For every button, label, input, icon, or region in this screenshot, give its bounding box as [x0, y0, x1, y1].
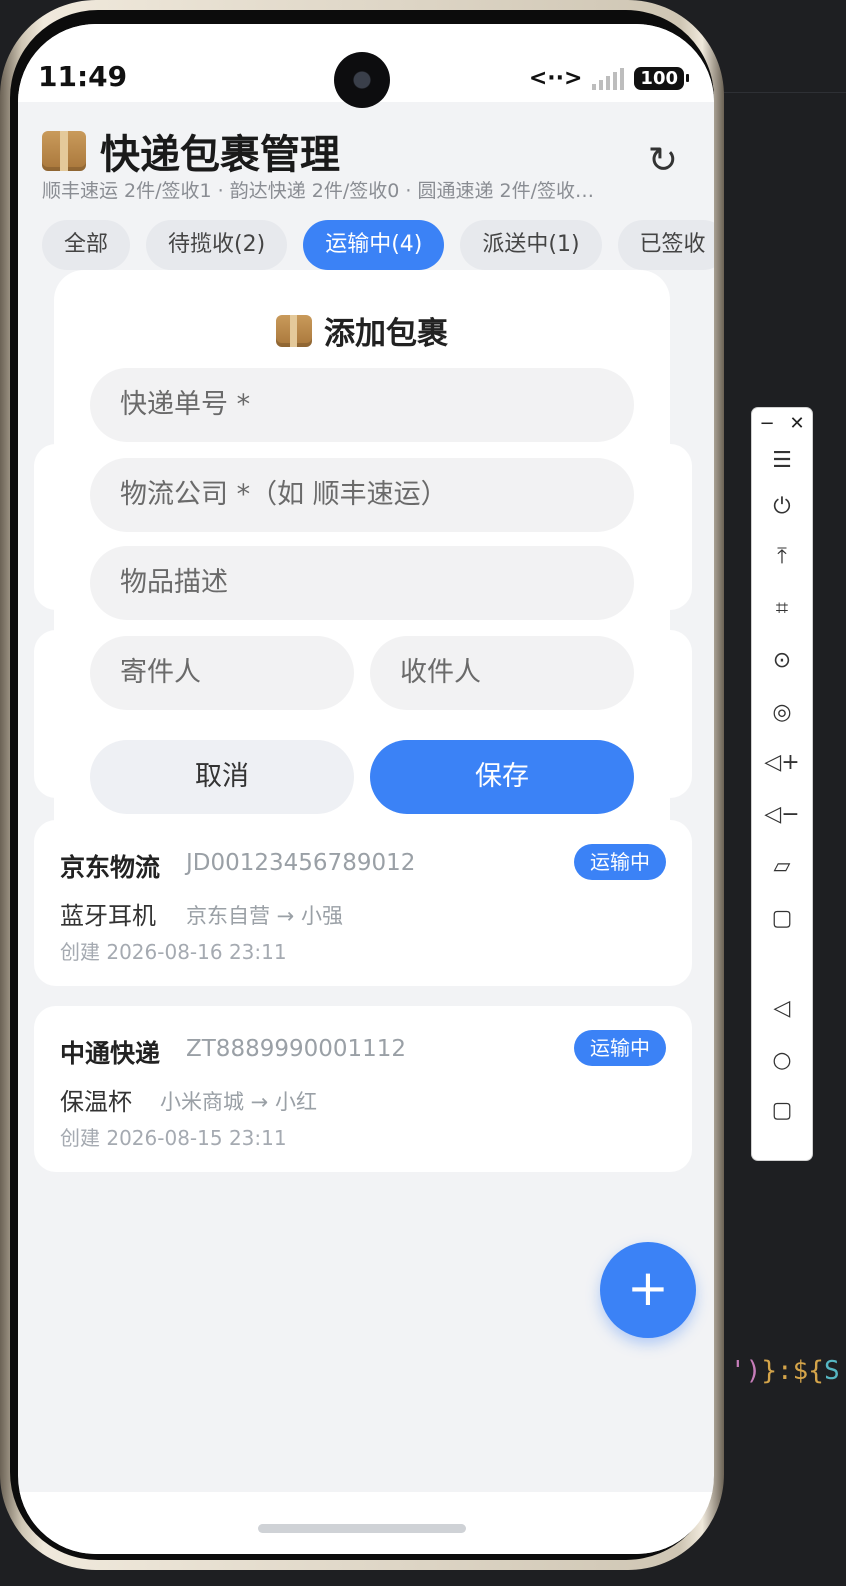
power-icon[interactable]: ⏻: [752, 494, 812, 519]
save-button[interactable]: 保存: [370, 740, 634, 814]
pin-top-icon[interactable]: ⤒: [752, 544, 812, 569]
package-icon: [42, 131, 86, 171]
package-created: 创建 2026-08-16 23:11: [60, 940, 287, 964]
volume-down-icon[interactable]: ◁−: [752, 802, 812, 827]
package-tracking: JD00123456789012: [186, 850, 416, 876]
recents-icon[interactable]: ▢: [752, 1098, 812, 1123]
dialog-title: 添加包裹: [324, 316, 448, 352]
network-icon: <··>: [528, 66, 583, 91]
rotate-icon[interactable]: ⊙: [752, 648, 812, 673]
signal-icon: [592, 67, 625, 90]
ide-divider: [724, 92, 846, 93]
tab-all[interactable]: 全部: [42, 220, 131, 270]
battery-icon: 100: [634, 67, 689, 90]
package-item: 蓝牙耳机: [60, 902, 156, 930]
minimize-icon[interactable]: −: [759, 413, 774, 434]
courier-company-field[interactable]: 物流公司 *（如 顺丰速运）: [90, 458, 634, 532]
status-tabs: 全部 待揽收(2) 运输中(4) 派送中(1) 已签收: [42, 220, 714, 270]
home-icon[interactable]: ○: [752, 1048, 812, 1073]
status-badge: 运输中: [574, 844, 666, 880]
summary-text: 顺丰速运 2件/签收1 · 韵达快递 2件/签收0 · 圆通速递 2件/签收…: [42, 180, 595, 202]
tab-signed[interactable]: 已签收: [617, 220, 714, 270]
tab-delivering[interactable]: 派送中(1): [460, 220, 602, 270]
package-card[interactable]: 中通快递 ZT8889990001112 运输中 保温杯 小米商城 → 小红 创…: [34, 1006, 692, 1172]
back-icon[interactable]: ◁: [752, 996, 812, 1021]
package-created: 创建 2026-08-15 23:11: [60, 1126, 287, 1150]
front-camera: [334, 52, 390, 108]
tracking-number-field[interactable]: 快递单号 *: [90, 368, 634, 442]
crop-icon[interactable]: ⌗: [752, 596, 812, 621]
bottom-bar: [18, 1492, 714, 1554]
status-badge: 运输中: [574, 1030, 666, 1066]
close-icon[interactable]: ✕: [789, 413, 804, 434]
package-icon: [276, 314, 312, 347]
package-route: 京东自营 → 小强: [186, 904, 343, 928]
package-company: 中通快递: [60, 1039, 161, 1068]
refresh-icon[interactable]: ↻: [648, 140, 678, 181]
tab-in-transit[interactable]: 运输中(4): [303, 220, 445, 270]
package-company: 京东物流: [60, 853, 161, 882]
receiver-field[interactable]: 收件人: [370, 636, 634, 710]
volume-up-icon[interactable]: ◁+: [752, 750, 812, 775]
package-item: 保温杯: [60, 1088, 132, 1116]
package-tracking: ZT8889990001112: [186, 1036, 407, 1062]
add-package-dialog: 添加包裹 快递单号 * 物流公司 *（如 顺丰速运） 物品描述 寄件人 收件人 …: [54, 270, 670, 840]
package-route: 小米商城 → 小红: [160, 1090, 317, 1114]
multi-device-icon[interactable]: ▢: [752, 906, 812, 931]
status-bar: 11:49 <··> 100: [18, 24, 714, 108]
phone-screen: 11:49 <··> 100 快递包裹管理 ↻ 顺丰速运 2件/签收1 · 韵达…: [18, 24, 714, 1554]
page-title: 快递包裹管理: [100, 132, 340, 178]
menu-icon[interactable]: ☰: [752, 448, 812, 473]
package-card[interactable]: 京东物流 JD00123456789012 运输中 蓝牙耳机 京东自营 → 小强…: [34, 820, 692, 986]
emulator-toolbar: − ✕ ☰ ⏻ ⤒ ⌗ ⊙ ◎ ◁+ ◁− ▱ ▢ ◁ ○ ▢: [752, 408, 812, 1160]
tab-pending-pickup[interactable]: 待揽收(2): [146, 220, 288, 270]
item-description-field[interactable]: 物品描述: [90, 546, 634, 620]
ide-code-snippet: ')}:${S: [730, 1356, 840, 1386]
sender-field[interactable]: 寄件人: [90, 636, 354, 710]
cancel-button[interactable]: 取消: [90, 740, 354, 814]
record-icon[interactable]: ◎: [752, 700, 812, 725]
home-indicator[interactable]: [258, 1524, 466, 1533]
add-package-button[interactable]: +: [600, 1242, 696, 1338]
shake-icon[interactable]: ▱: [752, 854, 812, 879]
status-time: 11:49: [38, 60, 128, 93]
